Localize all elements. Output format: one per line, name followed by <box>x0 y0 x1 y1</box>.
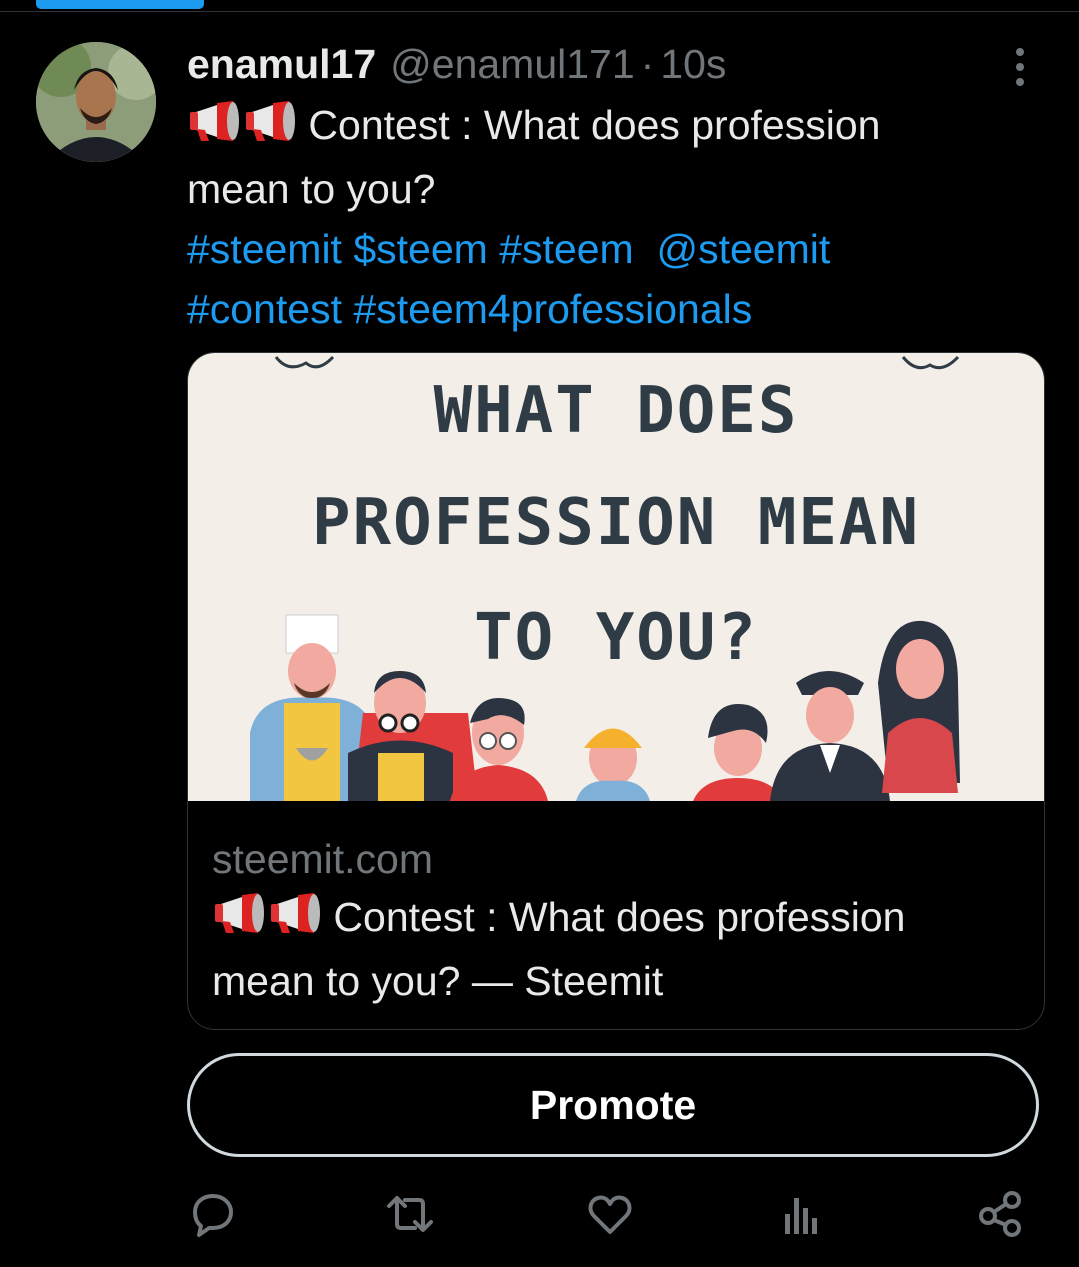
hashtag-contest[interactable]: #contest <box>187 286 342 332</box>
timestamp[interactable]: 10s <box>660 38 726 90</box>
card-title: Contest : What does profession mean to y… <box>212 887 1032 1011</box>
tweet-text-line2: mean to you? <box>187 166 436 212</box>
card-title-line2: mean to you? — Steemit <box>212 958 664 1004</box>
retweet-icon[interactable] <box>385 1190 435 1240</box>
loading-progress-bar <box>36 0 204 9</box>
hashtag-steem4professionals[interactable]: #steem4professionals <box>353 286 752 332</box>
card-image-line2: PROFESSION MEAN <box>312 486 920 560</box>
tweet-actions <box>0 1190 1079 1240</box>
more-options-icon[interactable] <box>1010 48 1030 88</box>
display-name[interactable]: enamul17 <box>187 38 376 90</box>
card-image-line3: TO YOU? <box>474 601 758 675</box>
heart-icon[interactable] <box>586 1190 636 1240</box>
divider <box>0 11 1079 12</box>
card-image-line1: WHAT DOES <box>433 374 799 448</box>
mention-steemit[interactable]: @steemit <box>656 226 830 272</box>
megaphone-icon <box>187 99 297 159</box>
views-icon[interactable] <box>782 1190 832 1240</box>
card-domain: steemit.com <box>212 836 433 882</box>
promote-button[interactable]: Promote <box>187 1053 1039 1157</box>
avatar[interactable] <box>36 42 156 162</box>
reply-icon[interactable] <box>187 1190 237 1240</box>
tweet-text: Contest : What does profession mean to y… <box>187 95 1047 339</box>
tweet-text-line1: Contest : What does profession <box>308 102 881 148</box>
share-icon[interactable] <box>978 1190 1028 1240</box>
hashtag-steem[interactable]: #steem <box>499 226 633 272</box>
megaphone-icon <box>212 891 322 951</box>
card-image: WHAT DOES PROFESSION MEAN TO YOU? <box>188 353 1044 801</box>
user-handle[interactable]: @enamul171 <box>390 38 635 90</box>
cashtag-steem[interactable]: $steem <box>353 226 487 272</box>
card-title-line1: Contest : What does profession <box>333 894 906 940</box>
link-preview-card[interactable]: WHAT DOES PROFESSION MEAN TO YOU? steemi… <box>187 352 1045 1030</box>
hashtag-steemit[interactable]: #steemit <box>187 226 342 272</box>
separator-dot: · <box>640 41 655 87</box>
